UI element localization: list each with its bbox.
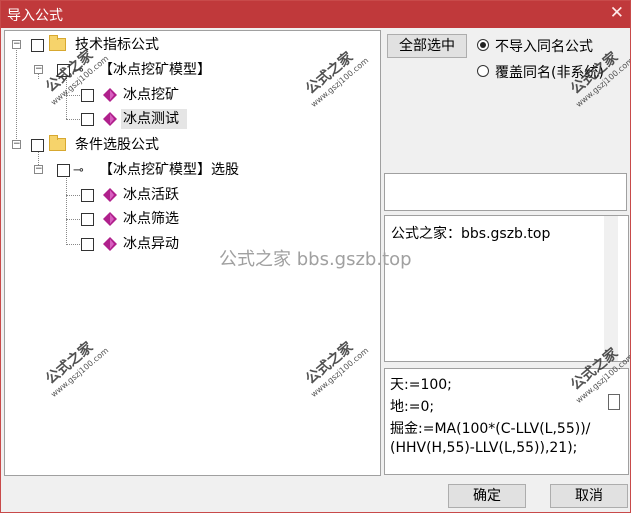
folder-icon: [49, 135, 66, 151]
collapse-icon[interactable]: −: [34, 65, 43, 74]
radio-overwrite[interactable]: [477, 65, 489, 77]
checkbox[interactable]: [31, 139, 44, 152]
formula-icon: [103, 88, 117, 102]
tree-item-formula[interactable]: [5, 109, 121, 129]
close-icon[interactable]: ✕: [610, 3, 624, 23]
import-formula-dialog: 导入公式 ✕ − 技术指标公式 − ⊸ 【冰点挖矿模型】 冰点挖矿 冰点测试 −…: [0, 0, 631, 513]
tree-item-label: 冰点测试: [123, 111, 179, 127]
key-icon: ⊸: [73, 163, 84, 178]
checkbox[interactable]: [81, 213, 94, 226]
select-all-button[interactable]: 全部选中: [387, 34, 467, 58]
tree-item-formula-selected[interactable]: 冰点测试: [121, 109, 187, 129]
tree-item-label: 冰点挖矿: [123, 87, 179, 103]
radio-skip-same-name[interactable]: [477, 39, 489, 51]
checkbox[interactable]: [81, 189, 94, 202]
tree-item-label: 冰点活跃: [123, 187, 179, 203]
ok-button[interactable]: 确定: [448, 484, 526, 508]
folder-icon: [49, 35, 66, 51]
source-text: 公式之家：bbs.gszb.top: [391, 226, 551, 242]
code-line: 掘金:=MA(100*(C-LLV(L,55))/: [390, 421, 591, 437]
code-line: 地:=0;: [390, 399, 435, 415]
radio-skip-label: 不导入同名公式: [495, 39, 593, 55]
tree-item-label: 冰点异动: [123, 236, 179, 252]
code-line: 天:=100;: [390, 377, 452, 393]
checkbox[interactable]: [81, 89, 94, 102]
formula-icon: [103, 188, 117, 202]
tree-item-label: 【冰点挖矿模型】: [99, 62, 211, 78]
tree-item-model[interactable]: − ⊸ 【冰点挖矿模型】选股: [5, 160, 375, 180]
collapse-icon[interactable]: −: [12, 140, 21, 149]
tree-item-label: 冰点筛选: [123, 211, 179, 227]
code-line: (HHV(H,55)-LLV(L,55)),21);: [390, 440, 578, 456]
window-title: 导入公式: [7, 8, 63, 24]
tree-item-label: 【冰点挖矿模型】选股: [99, 162, 239, 178]
title-bar: 导入公式 ✕: [1, 1, 630, 28]
tree-item-screening[interactable]: − 条件选股公式: [5, 135, 375, 155]
watermark-center: 公式之家 bbs.gszb.top: [219, 249, 412, 270]
collapse-icon[interactable]: −: [34, 165, 43, 174]
formula-icon: [103, 212, 117, 226]
cancel-button[interactable]: 取消: [550, 484, 628, 508]
formula-icon: [103, 112, 117, 126]
checkbox[interactable]: [81, 113, 94, 126]
collapse-icon[interactable]: −: [12, 40, 21, 49]
tree-item-formula[interactable]: 冰点筛选: [5, 209, 375, 229]
checkbox[interactable]: [31, 39, 44, 52]
formula-icon: [103, 237, 117, 251]
tree-item-formula[interactable]: 冰点活跃: [5, 185, 375, 205]
tree-item-technical[interactable]: − 技术指标公式: [5, 35, 375, 55]
description-box[interactable]: [384, 173, 627, 211]
checkbox[interactable]: [81, 238, 94, 251]
scrollbar-thumb[interactable]: [608, 394, 620, 410]
tree-item-label: 条件选股公式: [75, 137, 159, 153]
source-box[interactable]: 公式之家：bbs.gszb.top: [384, 215, 629, 362]
checkbox[interactable]: [57, 164, 70, 177]
